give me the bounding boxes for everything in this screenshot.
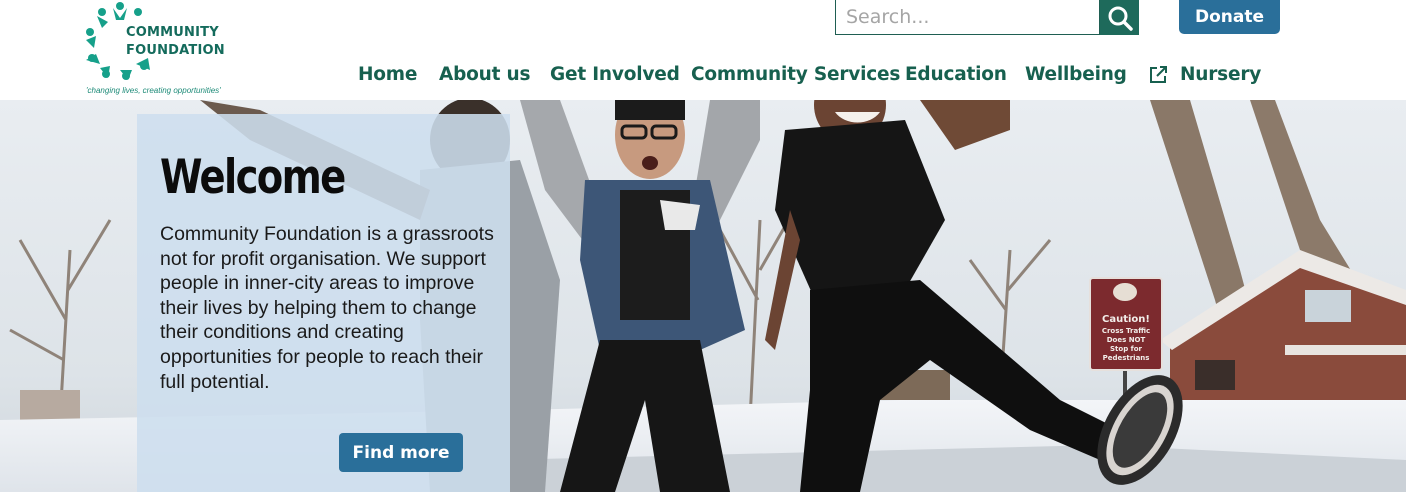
search-input[interactable] [835,0,1100,35]
nav-item-get-involved[interactable]: Get Involved [550,64,680,85]
external-link-icon [1150,66,1167,83]
sign-line4: Stop for [1110,345,1142,353]
search-icon [1108,6,1133,31]
logo-tagline: 'changing lives, creating opportunities' [86,86,221,95]
logo-text-community: COMMUNITY [126,25,219,40]
sign-line1: Caution! [1102,314,1150,325]
logo-text-foundation: FOUNDATION [126,43,225,58]
logo-figures-icon [86,2,150,80]
nav-item-home[interactable]: Home [358,64,417,85]
nav-item-nursery-label: Nursery [1180,64,1262,85]
search-button[interactable] [1100,0,1139,35]
nav-item-wellbeing[interactable]: Wellbeing [1025,64,1127,85]
find-more-button[interactable]: Find more [339,433,463,472]
nav-item-community-services[interactable]: Community Services [691,64,900,85]
donate-button[interactable]: Donate [1179,0,1280,34]
community-foundation-logo[interactable]: COMMUNITY FOUNDATION 'changing lives, cr… [80,0,240,97]
sign-line5: Pedestrians [1103,354,1150,362]
site-header: COMMUNITY FOUNDATION 'changing lives, cr… [0,0,1406,100]
nav-item-about-us[interactable]: About us [439,64,531,85]
hero-banner: Caution! Cross Traffic Does NOT Stop for… [0,100,1406,492]
sign-line3: Does NOT [1107,336,1146,344]
welcome-title: Welcome [160,150,346,205]
welcome-text: Community Foundation is a grassroots not… [160,223,494,393]
sign-line2: Cross Traffic [1102,327,1150,335]
search-form [835,0,1139,35]
nav-item-education[interactable]: Education [905,64,1007,85]
welcome-card: Welcome Community Foundation is a grassr… [137,114,510,492]
